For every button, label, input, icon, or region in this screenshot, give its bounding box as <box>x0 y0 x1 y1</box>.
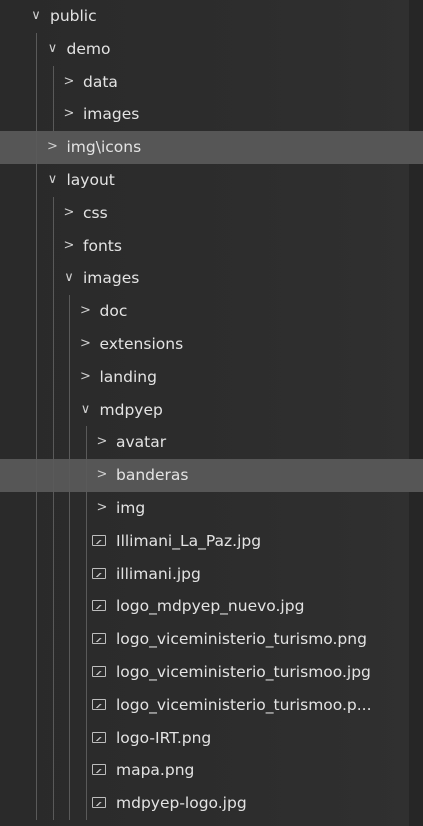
chevron-down-icon[interactable]: ∨ <box>45 33 61 66</box>
tree-folder-item[interactable]: ∨ mdpyep <box>0 394 423 427</box>
tree-item-label: images <box>83 269 140 288</box>
tree-item-label: extensions <box>99 334 184 353</box>
tree-file-item[interactable]: logo_viceministerio_turismoo.p... <box>0 689 423 722</box>
tree-file-item[interactable]: logo_viceministerio_turismoo.jpg <box>0 656 423 689</box>
indent-guide <box>69 295 70 820</box>
tree-item-label: banderas <box>116 466 189 485</box>
chevron-down-icon[interactable]: ∨ <box>61 262 77 295</box>
tree-item-label: fonts <box>83 236 122 255</box>
tree-item-label: data <box>83 72 118 91</box>
image-file-icon <box>92 567 106 579</box>
tree-item-label: landing <box>99 367 157 386</box>
image-file-icon <box>92 797 106 809</box>
image-file-icon <box>92 665 106 677</box>
image-file-icon <box>92 534 106 546</box>
tree-item-label: css <box>83 203 108 222</box>
tree-file-item[interactable]: mdpyep-logo.jpg <box>0 787 423 820</box>
image-file-icon <box>92 633 106 645</box>
indent-guide <box>85 426 87 820</box>
chevron-right-icon[interactable]: > <box>61 98 77 131</box>
tree-folder-item[interactable]: > images <box>0 98 423 131</box>
tree-item-label: mdpyep <box>99 400 163 419</box>
tree-item-label: mapa.png <box>116 761 195 780</box>
tree-folder-item[interactable]: > img\icons <box>0 131 423 164</box>
indent-guide <box>52 196 54 820</box>
tree-item-label: img\icons <box>66 138 142 157</box>
tree-item-label: avatar <box>116 433 167 452</box>
tree-folder-item[interactable]: > doc <box>0 295 423 328</box>
image-file-icon <box>92 600 106 612</box>
tree-item-label: logo_viceministerio_turismo.png <box>116 630 367 649</box>
tree-item-label: img <box>116 498 146 517</box>
image-file-icon <box>92 698 106 710</box>
tree-folder-item[interactable]: > css <box>0 197 423 230</box>
tree-file-item[interactable]: logo-IRT.png <box>0 722 423 755</box>
chevron-right-icon[interactable]: > <box>78 361 94 394</box>
tree-item-label: illimani.jpg <box>116 564 201 583</box>
tree-folder-item[interactable]: ∨ public <box>0 0 423 33</box>
tree-folder-item[interactable]: ∨ demo <box>0 33 423 66</box>
file-explorer-panel: ∨ public ∨ demo > data > images > img\icons ∨ layou… <box>0 0 423 826</box>
tree-folder-item[interactable]: > banderas <box>0 459 423 492</box>
tree-item-label: Illimani_La_Paz.jpg <box>116 531 262 550</box>
indent-guide <box>36 32 37 820</box>
tree-folder-item[interactable]: > extensions <box>0 328 423 361</box>
tree-folder-item[interactable]: ∨ layout <box>0 164 423 197</box>
tree-folder-item[interactable]: > avatar <box>0 426 423 459</box>
chevron-down-icon[interactable]: ∨ <box>28 0 44 33</box>
tree-folder-item[interactable]: > img <box>0 492 423 525</box>
chevron-right-icon[interactable]: > <box>61 197 77 230</box>
tree-item-label: logo_viceministerio_turismoo.p... <box>116 695 372 714</box>
tree-item-label: logo-IRT.png <box>116 728 212 747</box>
chevron-right-icon[interactable]: > <box>61 230 77 263</box>
indent-guide <box>52 65 54 132</box>
chevron-right-icon[interactable]: > <box>78 295 94 328</box>
tree-item-label: mdpyep-logo.jpg <box>116 794 247 813</box>
image-file-icon <box>92 731 106 743</box>
chevron-right-icon[interactable]: > <box>45 131 61 164</box>
tree-folder-item[interactable]: ∨ images <box>0 262 423 295</box>
tree-file-item[interactable]: logo_mdpyep_nuevo.jpg <box>0 590 423 623</box>
tree-item-label: images <box>83 105 140 124</box>
tree-item-label: demo <box>66 39 111 58</box>
chevron-right-icon[interactable]: > <box>94 492 110 525</box>
chevron-right-icon[interactable]: > <box>94 459 110 492</box>
image-file-icon <box>92 764 106 776</box>
tree-item-label: layout <box>66 170 115 189</box>
tree-item-label: logo_mdpyep_nuevo.jpg <box>116 597 305 616</box>
tree-item-label: public <box>50 7 97 25</box>
tree-file-item[interactable]: logo_viceministerio_turismo.png <box>0 623 423 656</box>
tree-folder-item[interactable]: > landing <box>0 361 423 394</box>
tree-folder-item[interactable]: > fonts <box>0 230 423 263</box>
chevron-down-icon[interactable]: ∨ <box>78 394 94 427</box>
tree-item-label: logo_viceministerio_turismoo.jpg <box>116 662 371 681</box>
chevron-down-icon[interactable]: ∨ <box>45 164 61 197</box>
tree-file-item[interactable]: illimani.jpg <box>0 558 423 591</box>
tree-file-item[interactable]: Illimani_La_Paz.jpg <box>0 525 423 558</box>
tree-folder-item[interactable]: > data <box>0 66 423 99</box>
tree-file-item[interactable]: mapa.png <box>0 754 423 787</box>
chevron-right-icon[interactable]: > <box>78 328 94 361</box>
file-tree: ∨ public ∨ demo > data > images > img\icons ∨ layou… <box>0 0 423 820</box>
chevron-right-icon[interactable]: > <box>61 66 77 99</box>
chevron-right-icon[interactable]: > <box>94 426 110 459</box>
tree-item-label: doc <box>99 302 128 321</box>
